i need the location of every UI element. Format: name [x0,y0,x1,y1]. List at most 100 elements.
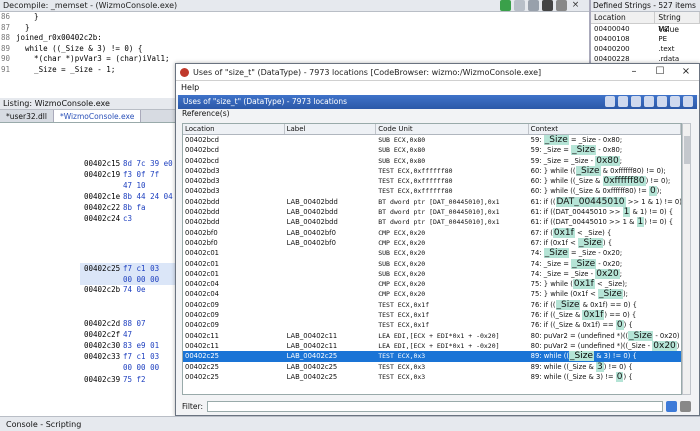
listing-row[interactable]: 00402c33 f7 c1 03 [0,351,178,362]
table-row[interactable]: 00402c01 SUB ECX,0x20 74: _Size = _Size - … [183,268,681,279]
strings-row[interactable]: 00400040 MZ [591,24,700,34]
string-value: .text [658,45,675,53]
col-context[interactable]: Context [529,124,681,134]
listing-row[interactable]: 47 10 [0,180,178,191]
export-icon[interactable] [542,0,553,11]
snapshot-icon[interactable] [657,96,667,107]
context-highlight: 0x1f [582,310,605,321]
table-row[interactable]: 00402c25 LAB_00402c25 TEST ECX,0x3 89: whil… [183,351,681,362]
context-line-number: 67: [530,238,542,247]
col-location[interactable]: Location [183,124,285,134]
references-label: Reference(s) [182,109,230,118]
string-location: 00400108 [594,35,630,43]
context-line-number: 75: [530,290,542,299]
table-row[interactable]: 00402c09 TEST ECX,0x1f 76: if ((_Size & 0x… [183,310,681,321]
table-row[interactable]: 00402c09 TEST ECX,0x1f 76: if ((_Size & 0x… [183,299,681,310]
cell-label: LAB_00402c25 [286,362,338,371]
context-post: ) { [602,238,613,247]
strings-row[interactable]: 00400108 PE [591,34,700,44]
snapshot-icon[interactable] [528,0,539,11]
menu-icon[interactable] [556,0,567,11]
tab-wizmoconsole[interactable]: *WizmoConsole.exe [53,110,142,122]
table-row[interactable]: 00402bdd LAB_00402bdd BT dword ptr [DAT_00… [183,196,681,207]
table-row[interactable]: 00402bcd SUB ECX,0x80 59: _Size = _Size - … [183,135,681,145]
table-row[interactable]: 00402c04 CMP ECX,0x20 75: } while (0x1f < … [183,289,681,300]
table-row[interactable]: 00402bdd LAB_00402bdd BT dword ptr [DAT_00… [183,207,681,218]
listing-row[interactable]: 00 00 00 [0,362,178,373]
dialog-menu-help[interactable]: Help [176,81,699,95]
filter-settings-icon[interactable] [680,400,691,412]
string-value: PE [658,35,668,43]
listing-bytes: 8b 44 24 04 [123,192,173,201]
cell-code-unit: TEST ECX,0x1f [378,300,430,309]
table-row[interactable]: 00402c04 CMP ECX,0x20 75: } while (0x1f < … [183,279,681,290]
window-controls: – ☐ × [621,64,699,80]
tab-user32[interactable]: *user32.dll [0,110,54,122]
filter-input[interactable] [206,400,664,412]
listing-row[interactable]: 00402c22 8b fa [0,202,178,213]
table-row[interactable]: 00402bcd SUB ECX,0x80 59: _Size = _Size - … [183,155,681,166]
navigate-icon[interactable] [605,96,615,107]
listing-row[interactable]: 00402c19 f3 0f 7f [0,169,178,180]
listing-bytes: f3 0f 7f [123,170,160,179]
listing-row[interactable]: 00402c2d 88 07 [0,318,178,329]
context-post: < _Size); [594,280,628,289]
copy-icon[interactable] [514,0,525,11]
vertical-scrollbar[interactable] [682,123,691,395]
col-string-value[interactable]: String Value [655,12,700,34]
table-row[interactable]: 00402c11 LAB_00402c11 LEA EDI,[ECX + EDI*0… [183,330,681,341]
listing-row[interactable]: 00402c24 c3 [0,213,178,224]
context-highlight: _Size [577,237,603,248]
listing-row[interactable]: 00402c1e 8b 44 24 04 [0,191,178,202]
table-row[interactable]: 00402c11 LAB_00402c11 LEA EDI,[ECX + EDI*0… [183,340,681,351]
context-pre: _Size = [543,146,572,155]
context-highlight: 0 [615,320,624,331]
table-row[interactable]: 00402c01 SUB ECX,0x20 74: _Size = _Size - … [183,248,681,259]
context-line-number: 61: [530,197,542,206]
strings-row[interactable]: 00400200 .text [591,44,700,54]
minimize-button[interactable]: – [621,64,647,80]
cell-location: 00402bd3 [185,166,220,175]
listing-row[interactable]: 00402c25 f7 c1 03 [0,263,178,274]
col-label[interactable]: Label [285,124,377,134]
context-line-number: 60: [530,187,542,196]
line-number: 87 [0,22,10,32]
maximize-button[interactable]: ☐ [647,64,673,80]
listing-row[interactable]: 00402c30 83 e9 01 [0,340,178,351]
context-line-number: 60: [530,177,542,186]
table-row[interactable]: 00402bd3 TEST ECX,0xffffff80 60: } while (… [183,165,681,176]
table-row[interactable]: 00402bd3 TEST ECX,0xffffff80 60: } while (… [183,176,681,187]
context-pre: while ((_Size & [543,362,597,371]
string-value: MZ [658,25,670,33]
listing-row[interactable]: 00402c2b 74 0e [0,284,178,295]
table-row[interactable]: 00402bdd LAB_00402bdd BT dword ptr [DAT_00… [183,217,681,228]
col-code-unit[interactable]: Code Unit [376,124,529,134]
code-line: 88 joined_r0x00402c2b: [0,33,589,44]
cell-code-unit: CMP ECX,0x20 [378,228,426,237]
export-icon[interactable] [670,96,680,107]
listing-bytes: 74 0e [123,285,146,294]
filter-options-icon[interactable] [666,400,678,412]
refresh-icon[interactable] [631,96,641,107]
table-row[interactable]: 00402c01 SUB ECX,0x20 74: _Size = _Size - … [183,258,681,269]
refresh-icon[interactable] [500,0,511,11]
table-row[interactable]: 00402c09 TEST ECX,0x1f 76: if ((_Size & 0x… [183,320,681,331]
listing-row[interactable]: 00402c39 75 f2 [0,374,178,385]
scrollbar-thumb[interactable] [684,136,690,164]
table-row[interactable]: 00402bd3 TEST ECX,0xffffff80 60: } while (… [183,186,681,197]
col-location[interactable]: Location [591,12,656,23]
table-row[interactable]: 00402bf0 LAB_00402bf0 CMP ECX,0x20 67: if (… [183,227,681,238]
select-icon[interactable] [644,96,654,107]
table-row[interactable]: 00402bf0 LAB_00402bf0 CMP ECX,0x20 67: if (… [183,237,681,248]
table-row[interactable]: 00402c25 LAB_00402c25 TEST ECX,0x3 89: whil… [183,371,681,382]
close-button[interactable]: × [673,64,699,80]
close-icon[interactable]: × [570,0,581,11]
home-icon[interactable] [618,96,628,107]
context-line-number: 74: [530,249,542,258]
table-row[interactable]: 00402c25 LAB_00402c25 TEST ECX,0x3 89: whil… [183,361,681,372]
close-icon[interactable] [683,96,693,107]
listing-row[interactable]: 00402c15 8d 7c 39 e0 [0,158,178,169]
cell-location: 00402c04 [185,280,220,289]
table-row[interactable]: 00402bcd SUB ECX,0x80 59: _Size = _Size - … [183,145,681,156]
listing-row[interactable]: 00402c2f 47 [0,329,178,340]
